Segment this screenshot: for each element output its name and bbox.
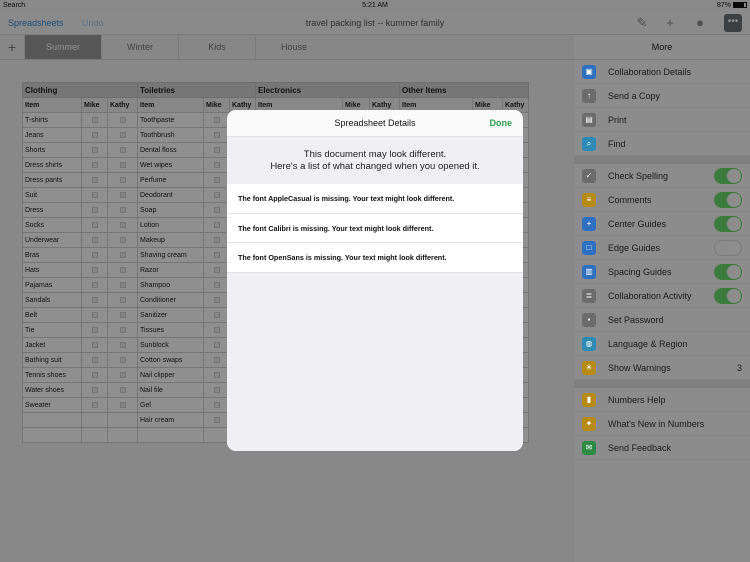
more-popover: More ▣ Collaboration Details ↑ Send a Copy ▤… (574, 35, 750, 562)
dialog-intro: This document may look different. Here's… (227, 137, 523, 184)
more-item-warning[interactable]: ☀ Show Warnings 3 (574, 356, 750, 380)
done-button[interactable]: Done (490, 110, 513, 137)
more-title: More (574, 35, 750, 60)
center-guides-icon: + (582, 217, 596, 231)
globe-icon: ◍ (582, 337, 596, 351)
more-item-book[interactable]: ▮ Numbers Help (574, 388, 750, 412)
spreadsheet-details-dialog: Spreadsheet Details Done This document m… (227, 110, 523, 451)
dialog-body (227, 272, 523, 451)
more-item-label: Spacing Guides (608, 267, 672, 277)
more-item-label: Check Spelling (608, 171, 669, 181)
toggle-switch[interactable] (714, 192, 742, 208)
more-item-label: Collaboration Activity (608, 291, 692, 301)
more-item-label: Send a Copy (608, 91, 661, 101)
more-item-spacing-guides[interactable]: ▥ Spacing Guides (574, 260, 750, 284)
more-item-share[interactable]: ↑ Send a Copy (574, 84, 750, 108)
more-group-1: ▣ Collaboration Details ↑ Send a Copy ▤ Print… (574, 60, 750, 156)
change-item: The font Calibri is missing. Your text m… (227, 214, 523, 243)
change-item: The font OpenSans is missing. Your text … (227, 243, 523, 273)
more-group-3: ▮ Numbers Help ✦ What's New in Numbers ✉ Send… (574, 388, 750, 460)
more-item-sparkle[interactable]: ✦ What's New in Numbers (574, 412, 750, 436)
more-item-feedback[interactable]: ✉ Send Feedback (574, 436, 750, 460)
group-separator (574, 380, 750, 388)
more-item-comment[interactable]: ≡ Comments (574, 188, 750, 212)
more-item-globe[interactable]: ◍ Language & Region (574, 332, 750, 356)
warning-count: 3 (736, 363, 742, 373)
more-item-label: Send Feedback (608, 443, 672, 453)
more-item-label: Comments (608, 195, 652, 205)
more-item-label: Show Warnings (608, 363, 671, 373)
search-icon: ⌕ (582, 137, 596, 151)
toggle-switch[interactable] (714, 216, 742, 232)
more-item-spelling[interactable]: ✓ Check Spelling (574, 164, 750, 188)
more-item-activity[interactable]: ≣ Collaboration Activity (574, 284, 750, 308)
more-item-label: Find (608, 139, 626, 149)
more-item-center-guides[interactable]: + Center Guides (574, 212, 750, 236)
toggle-switch[interactable] (714, 168, 742, 184)
toggle-switch[interactable] (714, 288, 742, 304)
more-group-2: ✓ Check Spelling ≡ Comments + Center Guides □ E… (574, 164, 750, 380)
printer-icon: ▤ (582, 113, 596, 127)
more-item-label: What's New in Numbers (608, 419, 705, 429)
comment-icon: ≡ (582, 193, 596, 207)
more-item-lock[interactable]: ▪ Set Password (574, 308, 750, 332)
toggle-switch[interactable] (714, 240, 742, 256)
intro-line-2: Here's a list of what changed when you o… (270, 161, 480, 172)
spelling-icon: ✓ (582, 169, 596, 183)
more-item-label: Collaboration Details (608, 67, 692, 77)
spacing-guides-icon: ▥ (582, 265, 596, 279)
dialog-title: Spreadsheet Details (334, 118, 416, 128)
change-item: The font AppleCasual is missing. Your te… (227, 184, 523, 214)
person-icon: ▣ (582, 65, 596, 79)
dialog-header: Spreadsheet Details Done (227, 110, 523, 137)
group-separator (574, 156, 750, 164)
more-item-label: Language & Region (608, 339, 688, 349)
more-item-search[interactable]: ⌕ Find (574, 132, 750, 156)
toggle-switch[interactable] (714, 264, 742, 280)
more-item-printer[interactable]: ▤ Print (574, 108, 750, 132)
more-item-label: Numbers Help (608, 395, 666, 405)
more-item-label: Center Guides (608, 219, 667, 229)
warning-icon: ☀ (582, 361, 596, 375)
lock-icon: ▪ (582, 313, 596, 327)
share-icon: ↑ (582, 89, 596, 103)
more-item-label: Edge Guides (608, 243, 661, 253)
more-item-edge-guides[interactable]: □ Edge Guides (574, 236, 750, 260)
intro-line-1: This document may look different. (303, 149, 447, 160)
more-item-label: Print (608, 115, 627, 125)
book-icon: ▮ (582, 393, 596, 407)
edge-guides-icon: □ (582, 241, 596, 255)
sparkle-icon: ✦ (582, 417, 596, 431)
feedback-icon: ✉ (582, 441, 596, 455)
activity-icon: ≣ (582, 289, 596, 303)
more-item-person[interactable]: ▣ Collaboration Details (574, 60, 750, 84)
more-item-label: Set Password (608, 315, 664, 325)
